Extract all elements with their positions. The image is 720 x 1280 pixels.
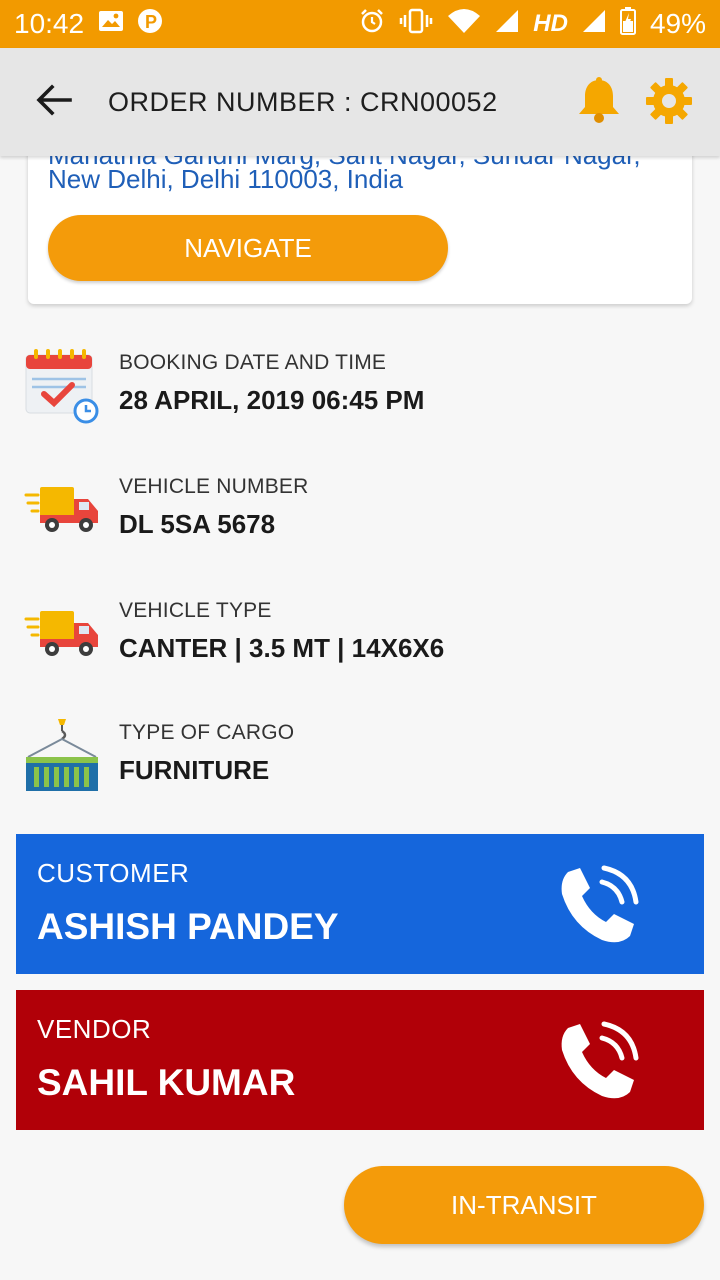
vehicle-number-label: VEHICLE NUMBER <box>119 475 309 498</box>
gear-icon[interactable] <box>644 76 694 126</box>
status-bar-left: 10:42 P <box>14 8 163 41</box>
wifi-icon <box>447 8 481 41</box>
vibrate-icon <box>399 8 433 41</box>
bell-icon[interactable] <box>574 76 624 126</box>
alarm-icon <box>359 8 385 41</box>
phone-call-icon[interactable] <box>554 1020 640 1106</box>
page-title: ORDER NUMBER : CRN00052 <box>108 86 498 117</box>
delivery-truck-icon <box>24 473 100 549</box>
customer-name: ASHISH PANDEY <box>37 906 339 947</box>
address-line-2: New Delhi, Delhi 110003, India <box>48 164 404 194</box>
battery-icon <box>619 6 636 42</box>
cargo-container-icon <box>24 719 100 795</box>
customer-card[interactable]: CUSTOMER ASHISH PANDEY <box>16 834 704 974</box>
back-arrow-icon <box>36 84 72 120</box>
status-bar-right: HD 49% <box>359 6 706 42</box>
booking-date-label: BOOKING DATE AND TIME <box>119 351 387 374</box>
status-time: 10:42 <box>14 8 85 39</box>
vehicle-number-value: DL 5SA 5678 <box>119 509 276 539</box>
vendor-role-label: VENDOR <box>37 1014 152 1044</box>
vehicle-type-value: CANTER | 3.5 MT | 14X6X6 <box>119 633 445 663</box>
vehicle-type-label: VEHICLE TYPE <box>119 599 272 622</box>
p-app-icon: P <box>138 8 163 41</box>
app-bar-actions <box>574 76 694 126</box>
phone-call-icon[interactable] <box>554 864 640 950</box>
cargo-type-row: TYPE OF CARGO FURNITURE <box>24 719 684 809</box>
in-transit-button[interactable]: IN-TRANSIT <box>344 1166 704 1244</box>
signal-icon <box>582 9 606 40</box>
battery-percentage: 49% <box>649 8 706 39</box>
vendor-name: SAHIL KUMAR <box>37 1062 296 1103</box>
signal-icon <box>495 9 519 40</box>
app-bar: ORDER NUMBER : CRN00052 <box>0 48 720 156</box>
delivery-truck-icon <box>24 597 100 673</box>
cargo-type-value: FURNITURE <box>119 755 270 785</box>
customer-role-label: CUSTOMER <box>37 858 190 888</box>
booking-date-row: BOOKING DATE AND TIME 28 APRIL, 2019 06:… <box>24 349 684 439</box>
vehicle-number-row: VEHICLE NUMBER DL 5SA 5678 <box>24 473 684 563</box>
image-icon <box>98 8 124 40</box>
status-bar: 10:42 P HD 49% <box>0 0 720 48</box>
booking-date-value: 28 APRIL, 2019 06:45 PM <box>119 385 425 415</box>
navigate-button[interactable]: NAVIGATE <box>48 215 448 281</box>
cargo-type-label: TYPE OF CARGO <box>119 721 295 744</box>
back-button[interactable] <box>0 48 108 156</box>
vendor-card[interactable]: VENDOR SAHIL KUMAR <box>16 990 704 1130</box>
vehicle-type-row: VEHICLE TYPE CANTER | 3.5 MT | 14X6X6 <box>24 597 684 687</box>
calendar-icon <box>24 349 100 425</box>
svg-text:P: P <box>145 12 157 32</box>
network-type: HD <box>533 10 568 37</box>
